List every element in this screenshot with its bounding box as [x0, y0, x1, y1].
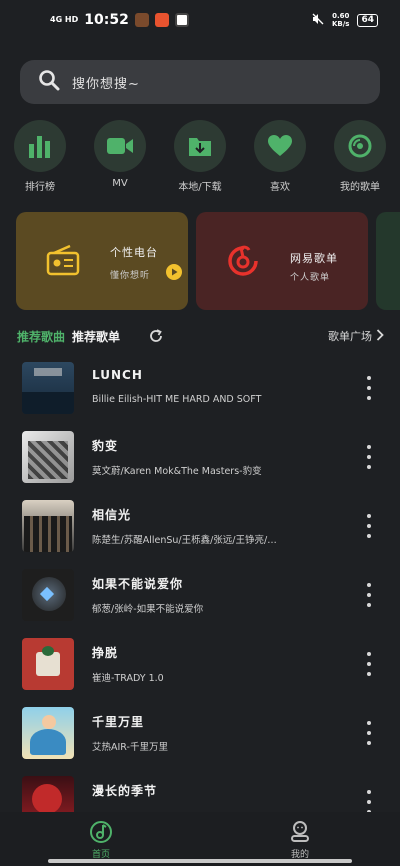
quick-actions: 排行榜 MV 本地/下载 喜欢 我的歌单 — [0, 120, 400, 193]
album-cover — [22, 638, 74, 690]
battery-indicator: 64 — [357, 13, 378, 27]
more-options-icon[interactable] — [362, 445, 376, 469]
quick-label: MV — [112, 178, 128, 189]
card-subtitle: 懂你想听 — [110, 271, 151, 281]
song-artist: 郁葱/张岭-如果不能说爱你 — [92, 604, 204, 615]
album-cover — [22, 569, 74, 621]
album-cover — [22, 500, 74, 552]
album-cover — [22, 707, 74, 759]
album-cover — [22, 776, 74, 812]
card-title: 个性电台 — [110, 246, 158, 259]
album-cover — [22, 431, 74, 483]
more-options-icon[interactable] — [362, 721, 376, 745]
notification-app-icon — [174, 13, 189, 27]
song-row[interactable]: 千里万里 艾热AIR-千里万里 — [0, 707, 400, 773]
nav-home[interactable]: 首页 — [86, 820, 116, 860]
song-row[interactable]: 如果不能说爱你 郁葱/张岭-如果不能说爱你 — [0, 569, 400, 635]
next-card-peek[interactable] — [376, 212, 400, 310]
quick-my-playlists-button[interactable]: 我的歌单 — [325, 120, 395, 193]
notification-app-icon — [154, 13, 169, 27]
quick-rankings-button[interactable]: 排行榜 — [5, 120, 75, 193]
more-options-icon[interactable] — [362, 790, 376, 812]
quick-local-download-button[interactable]: 本地/下载 — [165, 120, 235, 193]
personal-radio-card[interactable]: 个性电台 懂你想听 — [16, 212, 188, 310]
bar-chart-icon — [14, 120, 66, 172]
song-artist: 艾热AIR-千里万里 — [92, 742, 168, 753]
network-indicator: 4G HD — [50, 15, 79, 24]
song-title: LUNCH — [92, 368, 143, 382]
quick-label: 排行榜 — [25, 182, 55, 193]
nav-mine[interactable]: 我的 — [285, 820, 315, 860]
tab-recommended-songs[interactable]: 推荐歌曲 — [17, 328, 65, 345]
song-artist: 崔迪-TRADY 1.0 — [92, 673, 164, 684]
song-title: 豹变 — [92, 439, 119, 453]
quick-label: 我的歌单 — [340, 182, 380, 193]
song-row[interactable]: 相信光 陈楚生/苏醒AllenSu/王栎鑫/张远/王铮亮/… — [0, 500, 400, 566]
user-icon — [289, 821, 311, 847]
song-artist: Billie Eilish-HIT ME HARD AND SOFT — [92, 394, 262, 405]
search-icon — [38, 69, 60, 95]
mute-icon — [312, 13, 324, 28]
card-subtitle: 个人歌单 — [290, 273, 331, 283]
feature-cards: 个性电台 懂你想听 网易歌单 个人歌单 — [0, 212, 400, 310]
song-row[interactable]: 挣脱 崔迪-TRADY 1.0 — [0, 638, 400, 704]
song-title: 挣脱 — [92, 646, 119, 660]
search-placeholder: 搜你想搜~ — [72, 76, 140, 92]
song-title: 千里万里 — [92, 715, 145, 729]
card-title: 网易歌单 — [290, 252, 338, 265]
chevron-right-icon — [376, 328, 384, 344]
song-row[interactable]: 漫长的季节 — [0, 776, 400, 812]
song-row[interactable]: LUNCH Billie Eilish-HIT ME HARD AND SOFT — [0, 362, 400, 428]
more-options-icon[interactable] — [362, 652, 376, 676]
netease-playlist-card[interactable]: 网易歌单 个人歌单 — [196, 212, 368, 310]
disc-icon — [334, 120, 386, 172]
song-title: 如果不能说爱你 — [92, 577, 184, 591]
quick-label: 本地/下载 — [178, 182, 222, 193]
song-title: 相信光 — [92, 508, 132, 522]
tab-recommended-playlists[interactable]: 推荐歌单 — [72, 328, 120, 345]
home-indicator — [48, 859, 352, 863]
clock: 10:52 — [84, 12, 129, 28]
notification-app-icon — [134, 13, 149, 27]
more-options-icon[interactable] — [362, 376, 376, 400]
album-cover — [22, 362, 74, 414]
more-options-icon[interactable] — [362, 514, 376, 538]
play-icon[interactable] — [166, 264, 182, 284]
heart-icon — [254, 120, 306, 172]
radio-icon — [46, 244, 80, 280]
status-bar: 4G HD 10:52 0.60 KB/s 64 — [0, 0, 400, 40]
search-bar[interactable]: 搜你想搜~ — [20, 60, 380, 104]
netease-icon — [226, 244, 260, 282]
refresh-icon[interactable] — [148, 328, 164, 347]
song-title: 漫长的季节 — [92, 784, 158, 798]
playlist-plaza-link[interactable]: 歌单广场 — [328, 328, 384, 344]
folder-download-icon — [174, 120, 226, 172]
quick-favorites-button[interactable]: 喜欢 — [245, 120, 315, 193]
plaza-label: 歌单广场 — [328, 330, 372, 343]
network-speed: 0.60 KB/s — [331, 12, 350, 28]
song-row[interactable]: 豹变 莫文蔚/Karen Mok&The Masters-豹变 — [0, 431, 400, 497]
video-camera-icon — [94, 120, 146, 172]
song-artist: 莫文蔚/Karen Mok&The Masters-豹变 — [92, 466, 262, 477]
quick-label: 喜欢 — [270, 182, 290, 193]
bottom-nav: 首页 我的 — [0, 812, 400, 866]
home-music-icon — [89, 821, 113, 847]
more-options-icon[interactable] — [362, 583, 376, 607]
quick-mv-button[interactable]: MV — [85, 120, 155, 189]
song-artist: 陈楚生/苏醒AllenSu/王栎鑫/张远/王铮亮/… — [92, 535, 277, 546]
section-tabs: 推荐歌曲 推荐歌单 歌单广场 — [0, 326, 400, 346]
